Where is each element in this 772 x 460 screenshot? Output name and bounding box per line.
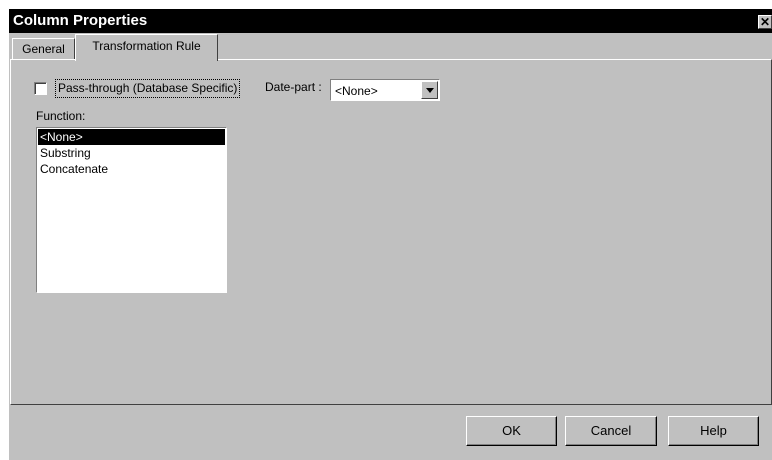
list-item-substring[interactable]: Substring (38, 145, 225, 161)
close-button[interactable]: ✕ (758, 15, 772, 29)
passthrough-checkbox[interactable] (34, 82, 47, 95)
help-button[interactable]: Help (668, 416, 759, 446)
datepart-value: <None> (335, 84, 378, 98)
tab-transformation-rule-label: Transformation Rule (92, 39, 201, 53)
title-bar[interactable]: Column Properties ✕ (9, 9, 772, 33)
list-item-none[interactable]: <None> (38, 129, 225, 145)
datepart-select[interactable]: <None> (330, 79, 440, 101)
cancel-button[interactable]: Cancel (565, 416, 657, 446)
function-label: Function: (36, 109, 86, 123)
list-item-concatenate[interactable]: Concatenate (38, 161, 225, 177)
tab-general-label: General (22, 42, 65, 56)
function-listbox[interactable]: <None> Substring Concatenate (36, 127, 227, 293)
tab-transformation-rule[interactable]: Transformation Rule (75, 34, 218, 61)
datepart-dropdown-button[interactable] (421, 81, 438, 99)
tab-general[interactable]: General (12, 38, 75, 60)
close-icon: ✕ (759, 15, 771, 29)
chevron-down-icon (426, 88, 434, 93)
window-title: Column Properties (13, 12, 148, 29)
ok-button[interactable]: OK (466, 416, 557, 446)
datepart-label: Date-part : (265, 80, 322, 94)
passthrough-label[interactable]: Pass-through (Database Specific) (55, 79, 241, 98)
